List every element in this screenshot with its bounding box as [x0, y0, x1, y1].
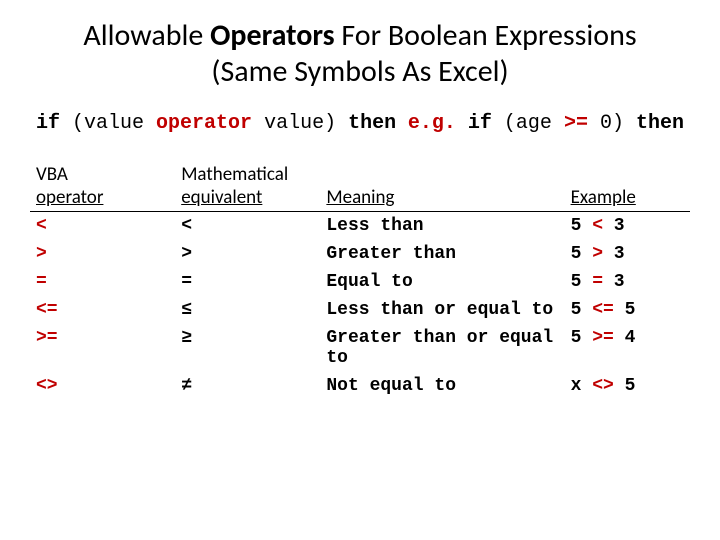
title-line2: (Same Symbols As Excel): [211, 53, 508, 90]
ex-op: <: [592, 216, 603, 236]
slide: Allowable Operators For Boolean Expressi…: [0, 0, 720, 400]
table-header-row-top: VBA Mathematical: [30, 163, 690, 186]
ex-op: <>: [592, 376, 614, 396]
cell-meaning: Greater than: [320, 240, 564, 268]
title-pre: Allowable: [83, 17, 210, 54]
ex-r: 5: [614, 300, 636, 320]
ex-r: 3: [603, 272, 625, 292]
ex-op: =: [592, 272, 603, 292]
cell-example: 5 > 3: [565, 240, 690, 268]
eg-then: then: [636, 112, 684, 135]
cell-meaning: Equal to: [320, 268, 564, 296]
cell-math: =: [175, 268, 320, 296]
table-row: < < Less than 5 < 3: [30, 212, 690, 241]
cell-vba: <=: [30, 296, 175, 324]
ex-l: x: [571, 376, 593, 396]
ex-r: 3: [603, 216, 625, 236]
cell-example: 5 = 3: [565, 268, 690, 296]
syntax-pattern: if (value operator value) then: [36, 112, 396, 135]
cell-math: ≤: [175, 296, 320, 324]
eg-rhs: 0): [588, 112, 624, 135]
hdr-meaning-top: [320, 163, 564, 186]
ex-op: <=: [592, 300, 614, 320]
cell-example: 5 < 3: [565, 212, 690, 241]
hdr-example: Example: [565, 186, 690, 212]
table-row: <= ≤ Less than or equal to 5 <= 5: [30, 296, 690, 324]
kw-then: then: [348, 112, 396, 135]
cell-vba: >=: [30, 324, 175, 372]
table-header-row: operator equivalent Meaning Example: [30, 186, 690, 212]
table-body: < < Less than 5 < 3 > > Greater than 5 >…: [30, 212, 690, 401]
cell-vba: <: [30, 212, 175, 241]
ex-l: 5: [571, 328, 593, 348]
cell-meaning: Less than or equal to: [320, 296, 564, 324]
hdr-vba: operator: [30, 186, 175, 212]
cell-math: >: [175, 240, 320, 268]
kw-if: if: [36, 112, 60, 135]
ex-r: 4: [614, 328, 636, 348]
ex-l: 5: [571, 244, 593, 264]
hdr-math: equivalent: [175, 186, 320, 212]
cell-example: 5 >= 4: [565, 324, 690, 372]
table-row: = = Equal to 5 = 3: [30, 268, 690, 296]
syntax-example: e.g. if (age >= 0) then: [408, 112, 684, 135]
cell-vba: <>: [30, 372, 175, 400]
page-title: Allowable Operators For Boolean Expressi…: [30, 18, 690, 90]
cell-meaning: Less than: [320, 212, 564, 241]
table-row: >= ≥ Greater than or equal to 5 >= 4: [30, 324, 690, 372]
cell-math: ≠: [175, 372, 320, 400]
ex-l: 5: [571, 216, 593, 236]
cell-vba: =: [30, 268, 175, 296]
rhs-val: value): [252, 112, 336, 135]
cell-math: ≥: [175, 324, 320, 372]
ex-op: >=: [592, 328, 614, 348]
title-post1: For Boolean Expressions: [335, 17, 637, 54]
eg-op: >=: [564, 112, 588, 135]
ex-l: 5: [571, 272, 593, 292]
ex-l: 5: [571, 300, 593, 320]
ex-r: 5: [614, 376, 636, 396]
cell-example: x <> 5: [565, 372, 690, 400]
ex-op: >: [592, 244, 603, 264]
cell-math: <: [175, 212, 320, 241]
syntax-row: if (value operator value) then e.g. if (…: [36, 112, 684, 135]
cell-example: 5 <= 5: [565, 296, 690, 324]
cell-vba: >: [30, 240, 175, 268]
hdr-vba-top: VBA: [30, 163, 175, 186]
hdr-example-top: [565, 163, 690, 186]
cell-meaning: Not equal to: [320, 372, 564, 400]
operator-placeholder: operator: [156, 112, 252, 135]
operators-table: VBA Mathematical operator equivalent Mea…: [30, 163, 690, 400]
eg-if: if: [468, 112, 492, 135]
hdr-meaning: Meaning: [320, 186, 564, 212]
eg-prefix: e.g.: [408, 112, 456, 135]
table-row: <> ≠ Not equal to x <> 5: [30, 372, 690, 400]
lparen: (value: [72, 112, 156, 135]
title-bold: Operators: [210, 17, 335, 54]
eg-lparen: (age: [504, 112, 564, 135]
ex-r: 3: [603, 244, 625, 264]
table-row: > > Greater than 5 > 3: [30, 240, 690, 268]
cell-meaning: Greater than or equal to: [320, 324, 564, 372]
hdr-math-top: Mathematical: [175, 163, 320, 186]
